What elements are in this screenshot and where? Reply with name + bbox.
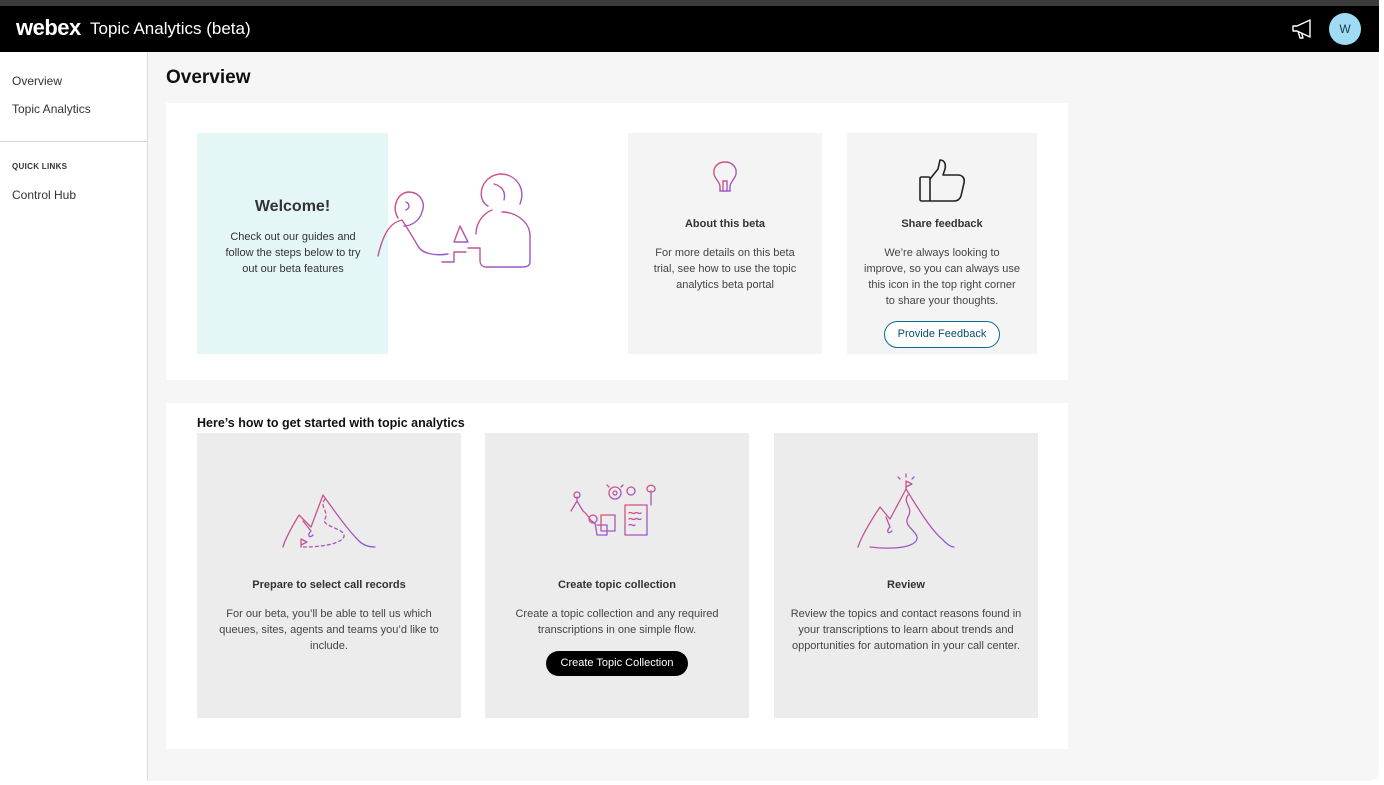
sidebar-item-topic-analytics[interactable]: Topic Analytics	[12, 102, 91, 116]
getting-started-heading: Here’s how to get started with topic ana…	[197, 416, 465, 430]
app-window: webex Topic Analytics (beta) W Overview …	[0, 0, 1379, 781]
quick-links-heading: QUICK LINKS	[12, 162, 68, 171]
quick-link-control-hub[interactable]: Control Hub	[12, 188, 76, 202]
about-beta-text: For more details on this beta trial, see…	[653, 247, 797, 291]
step-heading-create: Create topic collection	[558, 579, 676, 591]
webex-logo: webex	[16, 15, 81, 40]
mountain-flag-icon	[857, 473, 955, 549]
thumbs-up-icon	[919, 159, 966, 202]
top-bar: webex Topic Analytics (beta) W	[0, 6, 1379, 52]
sidebar-item-overview[interactable]: Overview	[12, 74, 62, 88]
step-card-prepare: Prepare to select call records For our b…	[197, 433, 461, 718]
step-heading-review: Review	[887, 579, 925, 591]
welcome-text: Check out our guides and follow the step…	[225, 231, 361, 275]
step-text-prepare: For our beta, you’ll be able to tell us …	[219, 608, 439, 652]
step-text-review: Review the topics and contact reasons fo…	[790, 608, 1022, 652]
mountain-path-icon	[282, 494, 376, 548]
page-title: Overview	[166, 67, 251, 88]
about-beta-card: About this beta For more details on this…	[628, 133, 822, 354]
lightbulb-icon	[713, 161, 737, 198]
sidebar-divider	[0, 141, 147, 142]
step-heading-prepare: Prepare to select call records	[252, 579, 406, 591]
provide-feedback-button[interactable]: Provide Feedback	[884, 321, 1000, 348]
app-title: Topic Analytics (beta)	[90, 19, 251, 38]
share-feedback-heading: Share feedback	[901, 218, 983, 230]
workbench-tools-icon	[570, 484, 656, 536]
welcome-card: Welcome! Check out our guides and follow…	[197, 133, 388, 354]
about-beta-heading: About this beta	[684, 218, 766, 230]
user-avatar[interactable]: W	[1329, 13, 1361, 45]
megaphone-icon[interactable]	[1290, 16, 1316, 42]
share-feedback-text: We’re always looking to improve, so you …	[864, 247, 1020, 307]
step-card-review: Review Review the topics and contact rea…	[774, 433, 1038, 718]
welcome-heading: Welcome!	[254, 198, 331, 215]
people-collaborating-illustration	[377, 173, 531, 268]
create-topic-collection-button[interactable]: Create Topic Collection	[546, 651, 688, 676]
step-text-create: Create a topic collection and any requir…	[515, 608, 719, 636]
sidebar: Overview Topic Analytics QUICK LINKS Con…	[0, 52, 148, 781]
